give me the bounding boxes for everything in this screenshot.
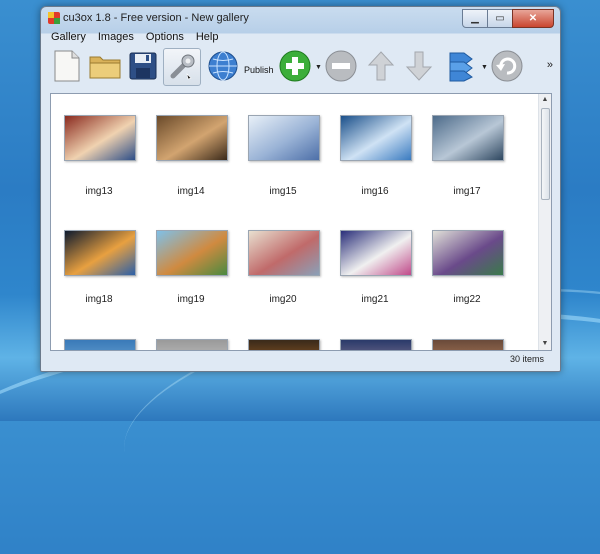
item-count: 30 items xyxy=(509,354,544,364)
save-icon xyxy=(129,52,157,80)
thumbnail-image xyxy=(249,116,319,160)
app-logo-icon xyxy=(48,12,60,24)
properties-dropdown-arrow-icon[interactable]: ▼ xyxy=(481,64,488,71)
image-caption: img14 xyxy=(177,186,205,197)
image-thumbnail[interactable] xyxy=(432,339,504,350)
gallery-view[interactable]: img13 img14 img15 img16 img17 img18 img1… xyxy=(50,93,552,351)
thumbnail-image xyxy=(433,116,503,160)
scroll-up-arrow-icon[interactable]: ▲ xyxy=(539,94,551,106)
minimize-button[interactable]: ▁ xyxy=(462,9,488,28)
move-down-button[interactable] xyxy=(401,48,437,84)
maximize-button[interactable]: ▭ xyxy=(487,9,513,28)
thumbnail-image xyxy=(249,340,319,350)
window-title: cu3ox 1.8 - Free version - New gallery xyxy=(63,12,249,24)
move-up-icon xyxy=(367,51,395,81)
image-caption: img13 xyxy=(85,186,113,197)
image-thumbnail[interactable] xyxy=(340,230,412,276)
status-bar: 30 items xyxy=(50,351,550,368)
thumbnail-image xyxy=(341,231,411,275)
properties-icon xyxy=(449,52,473,82)
thumbnail-image xyxy=(341,340,411,350)
close-button[interactable]: ✕ xyxy=(512,9,554,28)
menu-options[interactable]: Options xyxy=(140,29,190,45)
image-caption: img18 xyxy=(85,294,113,305)
close-icon: ✕ xyxy=(528,13,538,24)
minimize-icon: ▁ xyxy=(471,13,479,24)
image-thumbnail[interactable] xyxy=(64,230,136,276)
thumbnail-image xyxy=(65,340,135,350)
undo-button[interactable] xyxy=(489,48,525,84)
thumbnail-image xyxy=(433,231,503,275)
add-images-icon xyxy=(279,50,311,82)
toolbar: Publish ▼ ▼ » xyxy=(45,45,555,91)
menu-bar: Gallery Images Options Help xyxy=(45,29,224,45)
thumbnail-image xyxy=(65,116,135,160)
image-thumbnail[interactable] xyxy=(248,339,320,350)
image-thumbnail[interactable] xyxy=(156,339,228,350)
open-folder-icon xyxy=(89,56,121,79)
maximize-icon: ▭ xyxy=(495,13,505,24)
image-thumbnail[interactable] xyxy=(248,230,320,276)
add-dropdown-arrow-icon[interactable]: ▼ xyxy=(315,64,322,71)
publish-button[interactable] xyxy=(205,48,241,84)
remove-images-button[interactable] xyxy=(323,48,359,84)
image-thumbnail[interactable] xyxy=(64,339,136,350)
publish-label: Publish xyxy=(244,65,274,75)
image-thumbnail[interactable] xyxy=(156,230,228,276)
title-bar[interactable]: cu3ox 1.8 - Free version - New gallery ▁… xyxy=(41,7,560,29)
image-caption: img16 xyxy=(361,186,389,197)
image-caption: img19 xyxy=(177,294,205,305)
menu-images[interactable]: Images xyxy=(92,29,140,45)
thumbnail-image xyxy=(65,231,135,275)
thumbnail-image xyxy=(433,340,503,350)
image-thumbnail[interactable] xyxy=(156,115,228,161)
menu-gallery[interactable]: Gallery xyxy=(45,29,92,45)
scroll-down-arrow-icon[interactable]: ▼ xyxy=(539,338,551,350)
save-button[interactable] xyxy=(125,48,161,84)
add-images-button[interactable] xyxy=(277,48,313,84)
remove-images-icon xyxy=(325,50,357,82)
image-thumbnail[interactable] xyxy=(340,115,412,161)
thumbnail-image xyxy=(157,231,227,275)
menu-help[interactable]: Help xyxy=(190,29,225,45)
image-thumbnail[interactable] xyxy=(248,115,320,161)
image-caption: img20 xyxy=(269,294,297,305)
image-thumbnail[interactable] xyxy=(432,115,504,161)
image-thumbnail[interactable] xyxy=(432,230,504,276)
image-caption: img21 xyxy=(361,294,389,305)
thumbnail-image xyxy=(249,231,319,275)
toolbar-more-chevron-icon[interactable]: » xyxy=(547,59,553,71)
image-caption: img15 xyxy=(269,186,297,197)
image-thumbnail[interactable] xyxy=(340,339,412,350)
publish-globe-icon xyxy=(208,51,238,81)
app-window: cu3ox 1.8 - Free version - New gallery ▁… xyxy=(40,6,561,372)
image-caption: img22 xyxy=(453,294,481,305)
new-gallery-icon xyxy=(54,50,80,82)
image-caption: img17 xyxy=(453,186,481,197)
settings-wrench-icon xyxy=(170,54,195,80)
thumbnail-image xyxy=(157,116,227,160)
thumbnail-image xyxy=(341,116,411,160)
move-up-button[interactable] xyxy=(363,48,399,84)
undo-icon xyxy=(491,50,523,82)
move-down-icon xyxy=(405,51,433,81)
image-thumbnail[interactable] xyxy=(64,115,136,161)
properties-button[interactable] xyxy=(443,48,479,84)
settings-button[interactable] xyxy=(163,48,201,86)
new-gallery-button[interactable] xyxy=(49,48,85,84)
thumbnail-image xyxy=(157,340,227,350)
open-button[interactable] xyxy=(87,48,123,84)
scrollbar-thumb[interactable] xyxy=(541,108,550,200)
vertical-scrollbar[interactable]: ▲ ▼ xyxy=(538,94,551,350)
